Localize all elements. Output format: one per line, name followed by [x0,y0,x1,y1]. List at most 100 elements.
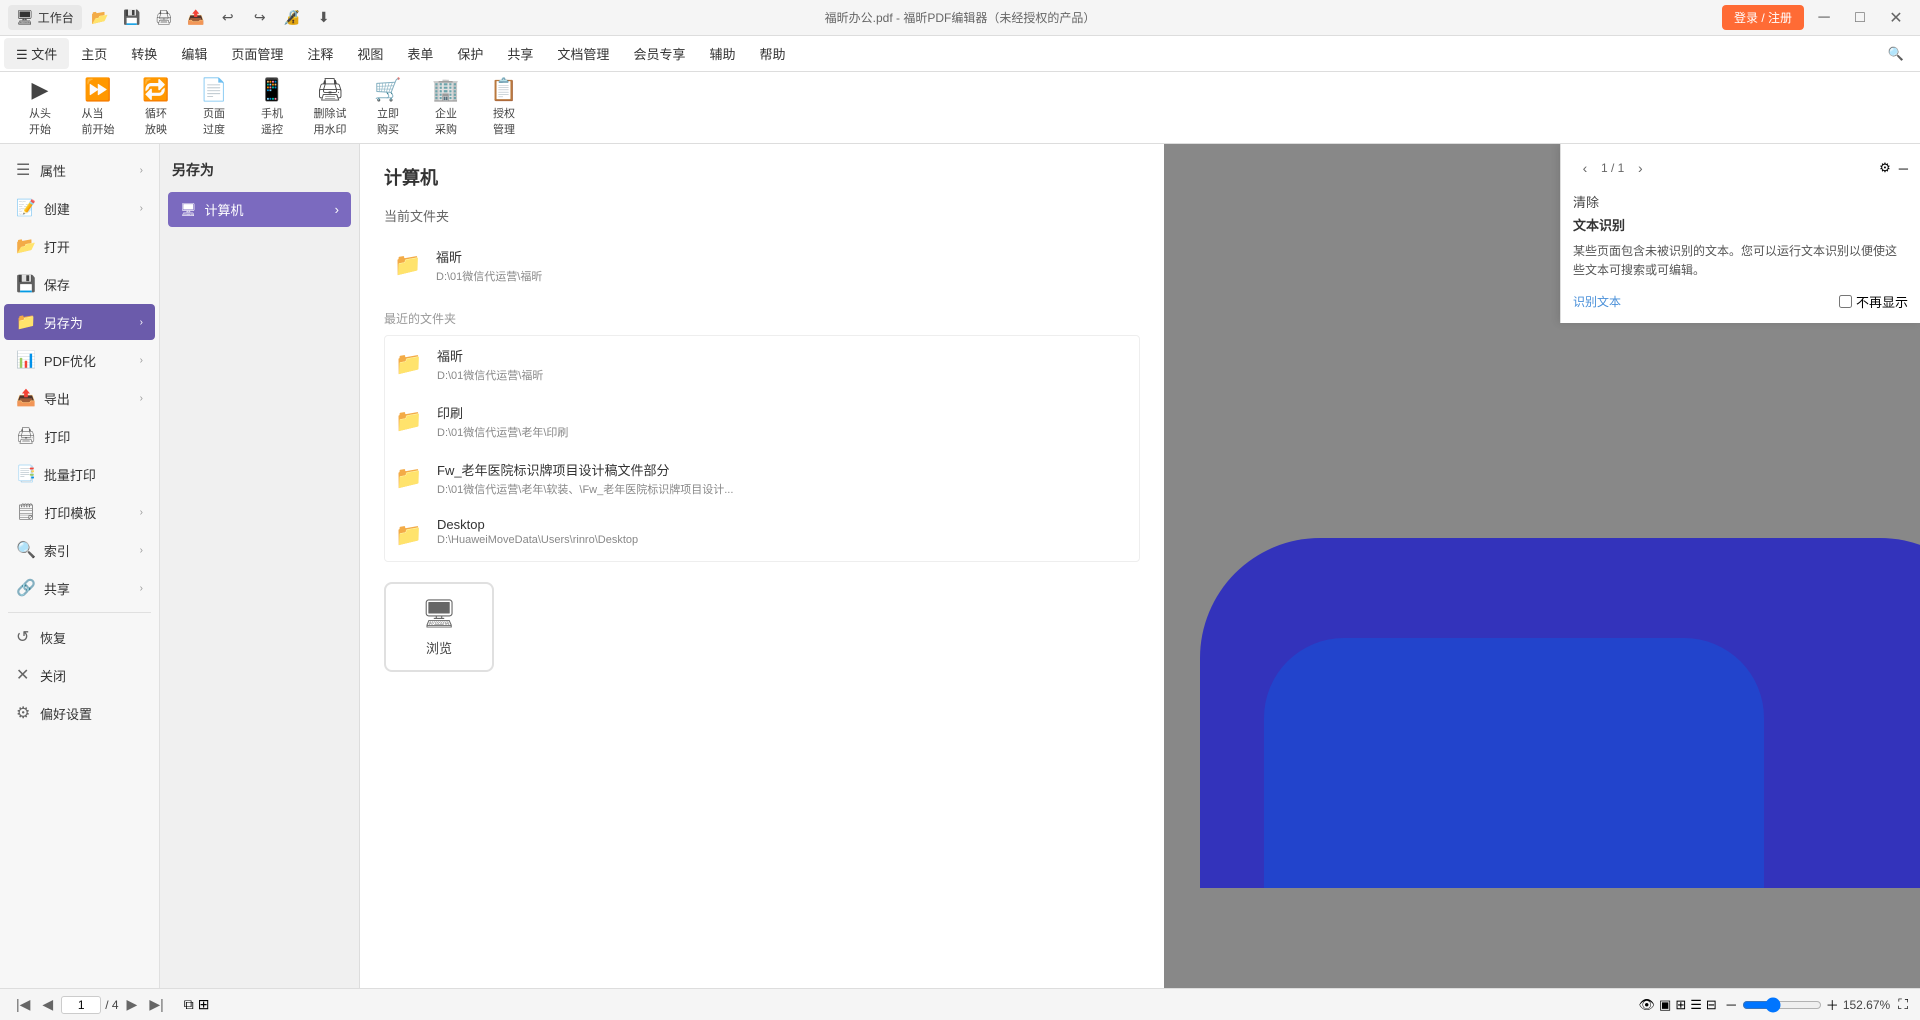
workbench-button[interactable]: 🖥 工作台 [8,5,82,30]
tool-auth-manage[interactable]: 📋 授权管理 [476,78,532,138]
page-input[interactable] [61,996,101,1014]
tool-start-current[interactable]: ⏩ 从当前开始 [70,78,126,138]
panel-prev-btn[interactable]: ‹ [1573,156,1597,180]
panel-settings-btn[interactable]: ⚙ [1879,160,1891,176]
menu-doc-manage[interactable]: 文档管理 [545,38,621,69]
tool-remove-watermark[interactable]: 🖨 删除试用水印 [302,78,358,138]
file-menu-index[interactable]: 🔍 索引 › [4,532,155,568]
undo-btn[interactable]: ↩ [214,4,242,32]
browse-button[interactable]: 🖥 浏览 [384,582,494,672]
share-btn-tb[interactable]: 📤 [182,4,210,32]
index-icon: 🔍 [16,540,36,560]
panel-page-info: 1 / 1 [1601,161,1624,175]
tool-enterprise[interactable]: 🏢 企业采购 [418,78,474,138]
menu-file[interactable]: ☰ 文件 [4,38,69,69]
minimize-button[interactable]: ─ [1808,2,1840,34]
download-btn[interactable]: ⬇ [310,4,338,32]
redo-btn[interactable]: ↪ [246,4,274,32]
menu-view[interactable]: 视图 [345,38,395,69]
copy-page-btn[interactable]: ⧉ [184,996,194,1013]
file-menu-print[interactable]: 🖨 打印 [4,418,155,454]
add-page-btn[interactable]: ⊞ [198,996,210,1013]
file-menu-recover[interactable]: ↺ 恢复 [4,619,155,655]
zoom-label: 152.67% [1843,998,1890,1012]
menu-share[interactable]: 共享 [495,38,545,69]
view-scroll-btn[interactable]: ☰ [1690,997,1702,1013]
panel-next-btn[interactable]: › [1628,156,1652,180]
last-page-btn[interactable]: ▶| [145,994,167,1015]
view-spread-btn[interactable]: ⊟ [1706,997,1717,1013]
close-button[interactable]: ✕ [1880,2,1912,34]
open-file-btn[interactable]: 📂 [86,4,114,32]
menu-edit[interactable]: 编辑 [169,38,219,69]
page-actions: ⧉ ⊞ [184,996,210,1013]
menu-convert[interactable]: 转换 [119,38,169,69]
file-menu-share[interactable]: 🔗 共享 › [4,570,155,606]
maximize-button[interactable]: □ [1844,2,1876,34]
file-menu-export[interactable]: 📤 导出 › [4,380,155,416]
file-menu-save-as[interactable]: 📁 另存为 › [4,304,155,340]
tool-buy-now[interactable]: 🛒 立即购买 [360,78,416,138]
properties-icon: ☰ [16,160,32,180]
file-menu-open[interactable]: 📂 打开 [4,228,155,264]
pdf-optimize-icon: 📊 [16,350,36,370]
save-btn-tb[interactable]: 💾 [118,4,146,32]
panel-minimize-btn[interactable]: ─ [1899,161,1908,176]
no-show-area[interactable]: 不再显示 [1839,292,1908,311]
no-show-checkbox[interactable] [1839,295,1852,308]
menu-home[interactable]: 主页 [69,38,119,69]
file-menu-close[interactable]: ✕ 关闭 [4,657,155,693]
file-menu-create[interactable]: 📝 创建 › [4,190,155,226]
menu-page-manage[interactable]: 页面管理 [219,38,295,69]
menu-help[interactable]: 帮助 [747,38,797,69]
zoom-bar: － ＋ 152.67% [1725,995,1890,1014]
view-double-btn[interactable]: ⊞ [1675,997,1686,1013]
recent-folder-item-2[interactable]: 📁 Fw_老年医院标识牌项目设计稿文件部分 D:\01微信代运营\老年\软装、\… [385,450,1139,507]
menu-assist[interactable]: 辅助 [697,38,747,69]
print-btn-tb[interactable]: 🖨 [150,4,178,32]
save-as-computer[interactable]: 🖥 计算机 › [168,192,351,227]
file-menu-print-template[interactable]: 🗒 打印模板 › [4,494,155,530]
print-template-icon: 🗒 [16,502,36,522]
clear-button[interactable]: 清除 [1573,195,1599,210]
menu-form[interactable]: 表单 [395,38,445,69]
fullscreen-btn[interactable]: ⛶ [1898,996,1908,1013]
recent-folder-icon-1: 📁 [393,405,425,437]
menu-member[interactable]: 会员专享 [621,38,697,69]
next-page-btn[interactable]: ▶ [123,994,142,1015]
login-button[interactable]: 登录 / 注册 [1722,5,1804,30]
zoom-out-btn[interactable]: － [1725,995,1738,1014]
menu-protect[interactable]: 保护 [445,38,495,69]
menu-divider [8,612,151,613]
page-total: / 4 [105,998,118,1012]
first-page-btn[interactable]: |◀ [12,994,34,1015]
file-browser: 计算机 当前文件夹 📁 福昕 D:\01微信代运营\福昕 最近的文件夹 📁 福昕… [360,144,1164,988]
ocr-link[interactable]: 识别文本 [1573,293,1621,310]
file-menu-batch-print[interactable]: 📑 批量打印 [4,456,155,492]
view-eye-btn[interactable]: 👁 [1639,997,1656,1013]
recent-folder-item-3[interactable]: 📁 Desktop D:\HuaweiMoveData\Users\rinro\… [385,507,1139,561]
tool-page-transition[interactable]: 📄 页面过度 [186,78,242,138]
recent-folder-path-3: D:\HuaweiMoveData\Users\rinro\Desktop [437,534,638,546]
menu-annotation[interactable]: 注释 [295,38,345,69]
current-folder-item-0[interactable]: 📁 福昕 D:\01微信代运营\福昕 [384,237,1140,294]
tool-loop[interactable]: 🔁 循环放映 [128,78,184,138]
file-menu-save[interactable]: 💾 保存 [4,266,155,302]
file-menu-properties[interactable]: ☰ 属性 › [4,152,155,188]
zoom-slider[interactable] [1742,997,1822,1013]
zoom-in-btn[interactable]: ＋ [1826,995,1839,1014]
watermark-icon: 🖨 [316,79,344,101]
recent-folder-item-1[interactable]: 📁 印刷 D:\01微信代运营\老年\印刷 [385,393,1139,450]
tool-mobile-control[interactable]: 📱 手机遥控 [244,78,300,138]
tool-start-begin[interactable]: ▶ 从头开始 [12,78,68,138]
status-bar: |◀ ◀ / 4 ▶ ▶| ⧉ ⊞ 👁 ▣ ⊞ ☰ ⊟ － ＋ 152.67% … [0,988,1920,1020]
view-single-btn[interactable]: ▣ [1659,997,1671,1013]
recent-folders-list: 📁 福昕 D:\01微信代运营\福昕 📁 印刷 D:\01微信代运营\老年\印刷… [384,335,1140,562]
recent-folder-item-0[interactable]: 📁 福昕 D:\01微信代运营\福昕 [385,336,1139,393]
file-menu-preferences[interactable]: ⚙ 偏好设置 [4,695,155,731]
stamp-btn[interactable]: 🔏 [278,4,306,32]
prev-page-btn[interactable]: ◀ [38,994,57,1015]
file-menu-pdf-optimize[interactable]: 📊 PDF优化 › [4,342,155,378]
recent-folder-name-3: Desktop [437,517,638,532]
menu-search[interactable]: 🔍 [1876,40,1916,68]
